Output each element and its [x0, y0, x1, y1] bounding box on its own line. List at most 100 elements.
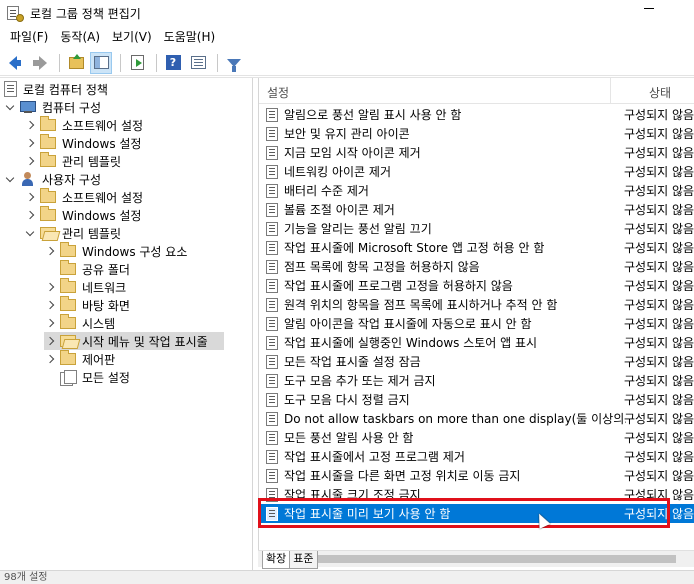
column-header-state[interactable]: 상태 [649, 84, 671, 101]
filter-button[interactable] [223, 52, 245, 74]
folder-icon [40, 134, 56, 149]
policy-row[interactable]: 알림으로 풍선 알림 표시 사용 안 함 구성되지 않음 [259, 105, 694, 124]
expand-toggle[interactable] [24, 137, 36, 149]
tree-item-control-panel[interactable]: 제어판 [44, 350, 115, 368]
chevron-right-icon [25, 138, 35, 148]
policy-row[interactable]: 배터리 수준 제거 구성되지 않음 [259, 181, 694, 200]
tree-item-computer-software-settings[interactable]: 소프트웨어 설정 [24, 116, 143, 134]
tree-item-computer-config[interactable]: 컴퓨터 구성 [4, 98, 101, 116]
policy-name: 작업 표시줄 크기 조정 금지 [284, 488, 421, 502]
policy-row[interactable]: 작업 표시줄에 Microsoft Store 앱 고정 허용 안 함 구성되지 … [259, 238, 694, 257]
tree-item-desktop[interactable]: 바탕 화면 [44, 296, 130, 314]
toolbar: ? [0, 50, 694, 76]
policy-state: 구성되지 않음 [624, 298, 694, 312]
tree-item-network[interactable]: 네트워크 [44, 278, 126, 296]
tree-item-user-admin-templates[interactable]: 관리 템플릿 [24, 224, 121, 242]
expand-toggle[interactable] [44, 299, 56, 311]
tab-standard[interactable]: 표준 [290, 551, 318, 569]
tree-item-label: 모든 설정 [82, 370, 130, 385]
expand-toggle[interactable] [44, 317, 56, 329]
forward-button[interactable] [29, 52, 51, 74]
policy-row[interactable]: 도구 모음 추가 또는 제거 금지 구성되지 않음 [259, 371, 694, 390]
export-list-button[interactable] [126, 52, 148, 74]
expand-toggle[interactable] [4, 101, 16, 113]
tree-item-computer-windows-settings[interactable]: Windows 설정 [24, 134, 141, 152]
expand-toggle[interactable] [4, 173, 16, 185]
back-button[interactable] [4, 52, 26, 74]
folder-open-icon [40, 227, 56, 239]
expand-toggle[interactable] [24, 155, 36, 167]
folder-open-icon [60, 335, 76, 347]
policy-row[interactable]: 보안 및 유지 관리 아이콘 구성되지 않음 [259, 124, 694, 143]
policy-row[interactable]: 볼륨 조절 아이콘 제거 구성되지 않음 [259, 200, 694, 219]
policy-name: 모든 풍선 알림 사용 안 함 [284, 431, 414, 445]
up-one-level-button[interactable] [65, 52, 87, 74]
policy-row[interactable]: 작업 표시줄을 다른 화면 고정 위치로 이동 금지 구성되지 않음 [259, 466, 694, 485]
expand-toggle[interactable] [24, 191, 36, 203]
policy-row[interactable]: 작업 표시줄에 프로그램 고정을 허용하지 않음 구성되지 않음 [259, 276, 694, 295]
policy-row[interactable]: 알림 아이콘을 작업 표시줄에 자동으로 표시 안 함 구성되지 않음 [259, 314, 694, 333]
menu-help[interactable]: 도움말(H) [158, 26, 222, 48]
policy-row[interactable]: 지금 모임 시작 아이콘 제거 구성되지 않음 [259, 143, 694, 162]
policy-state: 구성되지 않음 [624, 450, 694, 464]
policy-row[interactable]: 작업 표시줄에서 고정 프로그램 제거 구성되지 않음 [259, 447, 694, 466]
expand-toggle[interactable] [44, 335, 56, 347]
policy-setting-icon [266, 240, 278, 255]
menu-view[interactable]: 보기(V) [106, 26, 158, 48]
tree-item-all-settings[interactable]: 모든 설정 [44, 368, 130, 386]
policy-state: 구성되지 않음 [624, 412, 694, 426]
policy-row[interactable]: 네트워킹 아이콘 제거 구성되지 않음 [259, 162, 694, 181]
expand-toggle[interactable] [24, 227, 36, 239]
window-title: 로컬 그룹 정책 편집기 [30, 6, 141, 21]
policy-row[interactable]: 작업 표시줄 크기 조정 금지 구성되지 않음 [259, 485, 694, 504]
export-list-icon [130, 55, 144, 70]
policy-name: 알림으로 풍선 알림 표시 사용 안 함 [284, 108, 462, 122]
policy-setting-icon [266, 183, 278, 198]
policy-name: 배터리 수준 제거 [284, 184, 369, 198]
expand-toggle[interactable] [44, 353, 56, 365]
tree-item-start-menu-taskbar[interactable]: 시작 메뉴 및 작업 표시줄 [44, 332, 224, 350]
tree-item-label: 관리 템플릿 [62, 226, 122, 241]
tree-item-user-config[interactable]: 사용자 구성 [4, 170, 101, 188]
properties-icon [190, 56, 206, 69]
tree-item-windows-components[interactable]: Windows 구성 요소 [44, 242, 187, 260]
horizontal-scrollbar[interactable] [258, 550, 694, 567]
expand-toggle[interactable] [44, 281, 56, 293]
expand-toggle[interactable] [24, 209, 36, 221]
policy-row[interactable]: 원격 위치의 항목을 점프 목록에 표시하거나 추적 안 함 구성되지 않음 [259, 295, 694, 314]
column-header-setting[interactable]: 설정 [267, 84, 289, 101]
policy-row[interactable]: Do not allow taskbars on more than one d… [259, 409, 694, 428]
expand-toggle[interactable] [44, 245, 56, 257]
tree-item-user-software-settings[interactable]: 소프트웨어 설정 [24, 188, 143, 206]
menu-file[interactable]: 파일(F) [4, 26, 54, 48]
show-hide-tree-button[interactable] [90, 51, 112, 74]
settings-list: 설정 상태 알림으로 풍선 알림 표시 사용 안 함 구성되지 않음 보안 및 유지… [258, 78, 694, 550]
policy-row[interactable]: 기능을 알리는 풍선 알림 끄기 구성되지 않음 [259, 219, 694, 238]
policy-row[interactable]: 모든 풍선 알림 사용 안 함 구성되지 않음 [259, 428, 694, 447]
tree-item-label: 소프트웨어 설정 [62, 118, 144, 133]
tree-item-shared-folders[interactable]: 공유 폴더 [44, 260, 130, 278]
help-button[interactable]: ? [162, 52, 184, 74]
tab-extended[interactable]: 확장 [262, 551, 291, 569]
policy-row[interactable]: 작업 표시줄 미리 보기 사용 안 함 구성되지 않음 [259, 504, 694, 523]
policy-name: 원격 위치의 항목을 점프 목록에 표시하거나 추적 안 함 [284, 298, 558, 312]
document-icon [4, 81, 17, 97]
folder-icon [60, 278, 76, 293]
policy-state: 구성되지 않음 [624, 184, 694, 198]
policy-row[interactable]: 점프 목록에 항목 고정을 허용하지 않음 구성되지 않음 [259, 257, 694, 276]
properties-button[interactable] [187, 52, 209, 74]
tree-item-label: Windows 구성 요소 [82, 244, 188, 259]
tree-item-user-windows-settings[interactable]: Windows 설정 [24, 206, 141, 224]
expand-toggle[interactable] [24, 119, 36, 131]
tree-item-local-computer-policy[interactable]: 로컬 컴퓨터 정책 [4, 80, 108, 98]
tree-item-computer-admin-templates[interactable]: 관리 템플릿 [24, 152, 121, 170]
policy-row[interactable]: 모든 작업 표시줄 설정 잠금 구성되지 않음 [259, 352, 694, 371]
minimize-button[interactable] [644, 8, 654, 9]
scrollbar-thumb[interactable] [276, 555, 676, 563]
policy-state: 구성되지 않음 [624, 393, 694, 407]
policy-row[interactable]: 작업 표시줄에 실행중인 Windows 스토어 앱 표시 구성되지 않음 [259, 333, 694, 352]
menu-action[interactable]: 동작(A) [54, 26, 106, 48]
policy-row[interactable]: 도구 모음 다시 정렬 금지 구성되지 않음 [259, 390, 694, 409]
tree-item-system[interactable]: 시스템 [44, 314, 115, 332]
column-divider[interactable] [610, 78, 611, 104]
